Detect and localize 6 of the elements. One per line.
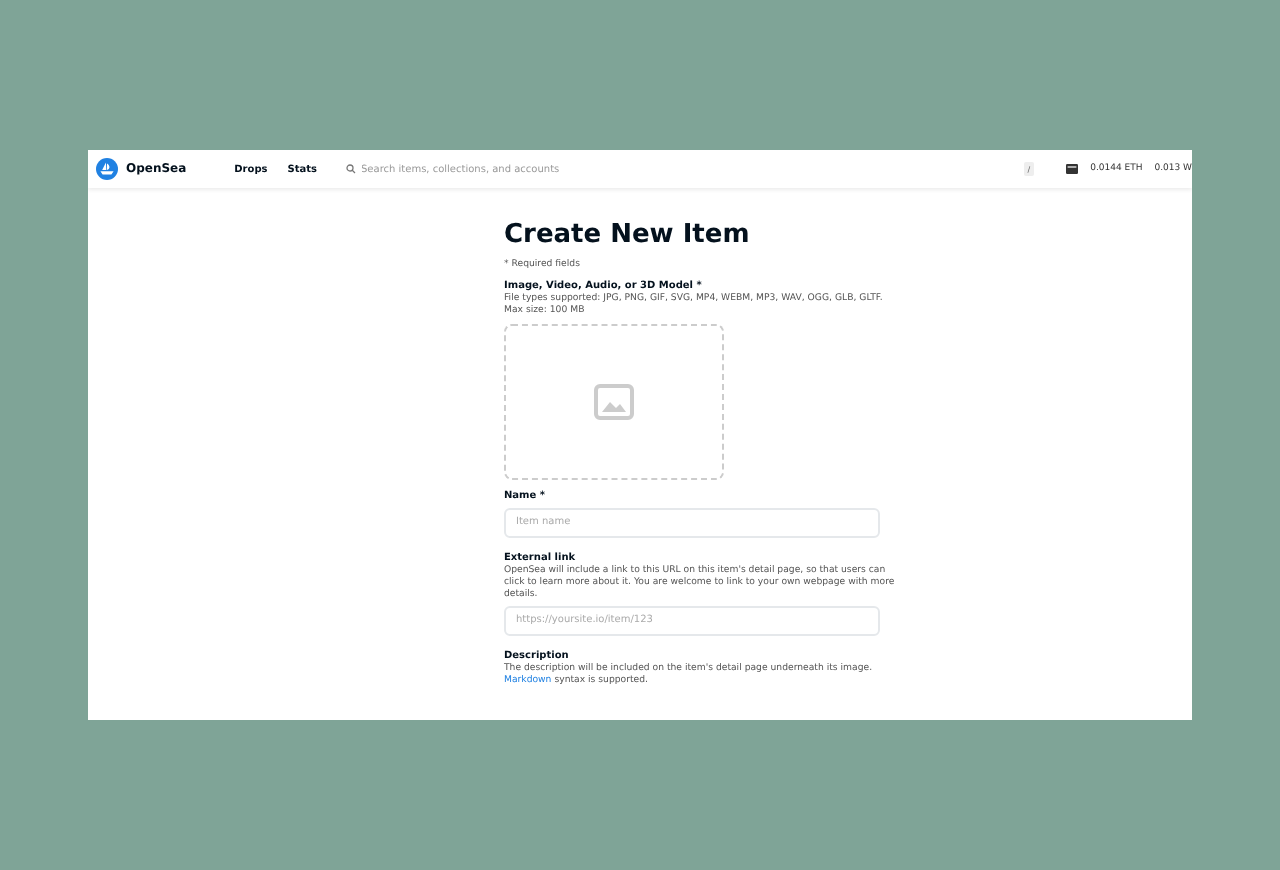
wallet-icon bbox=[1066, 164, 1079, 174]
image-icon bbox=[594, 383, 634, 420]
upload-area[interactable] bbox=[504, 323, 724, 480]
search-icon bbox=[345, 164, 355, 174]
page-title: Create New Item bbox=[504, 220, 752, 250]
logo-icon bbox=[96, 158, 118, 180]
